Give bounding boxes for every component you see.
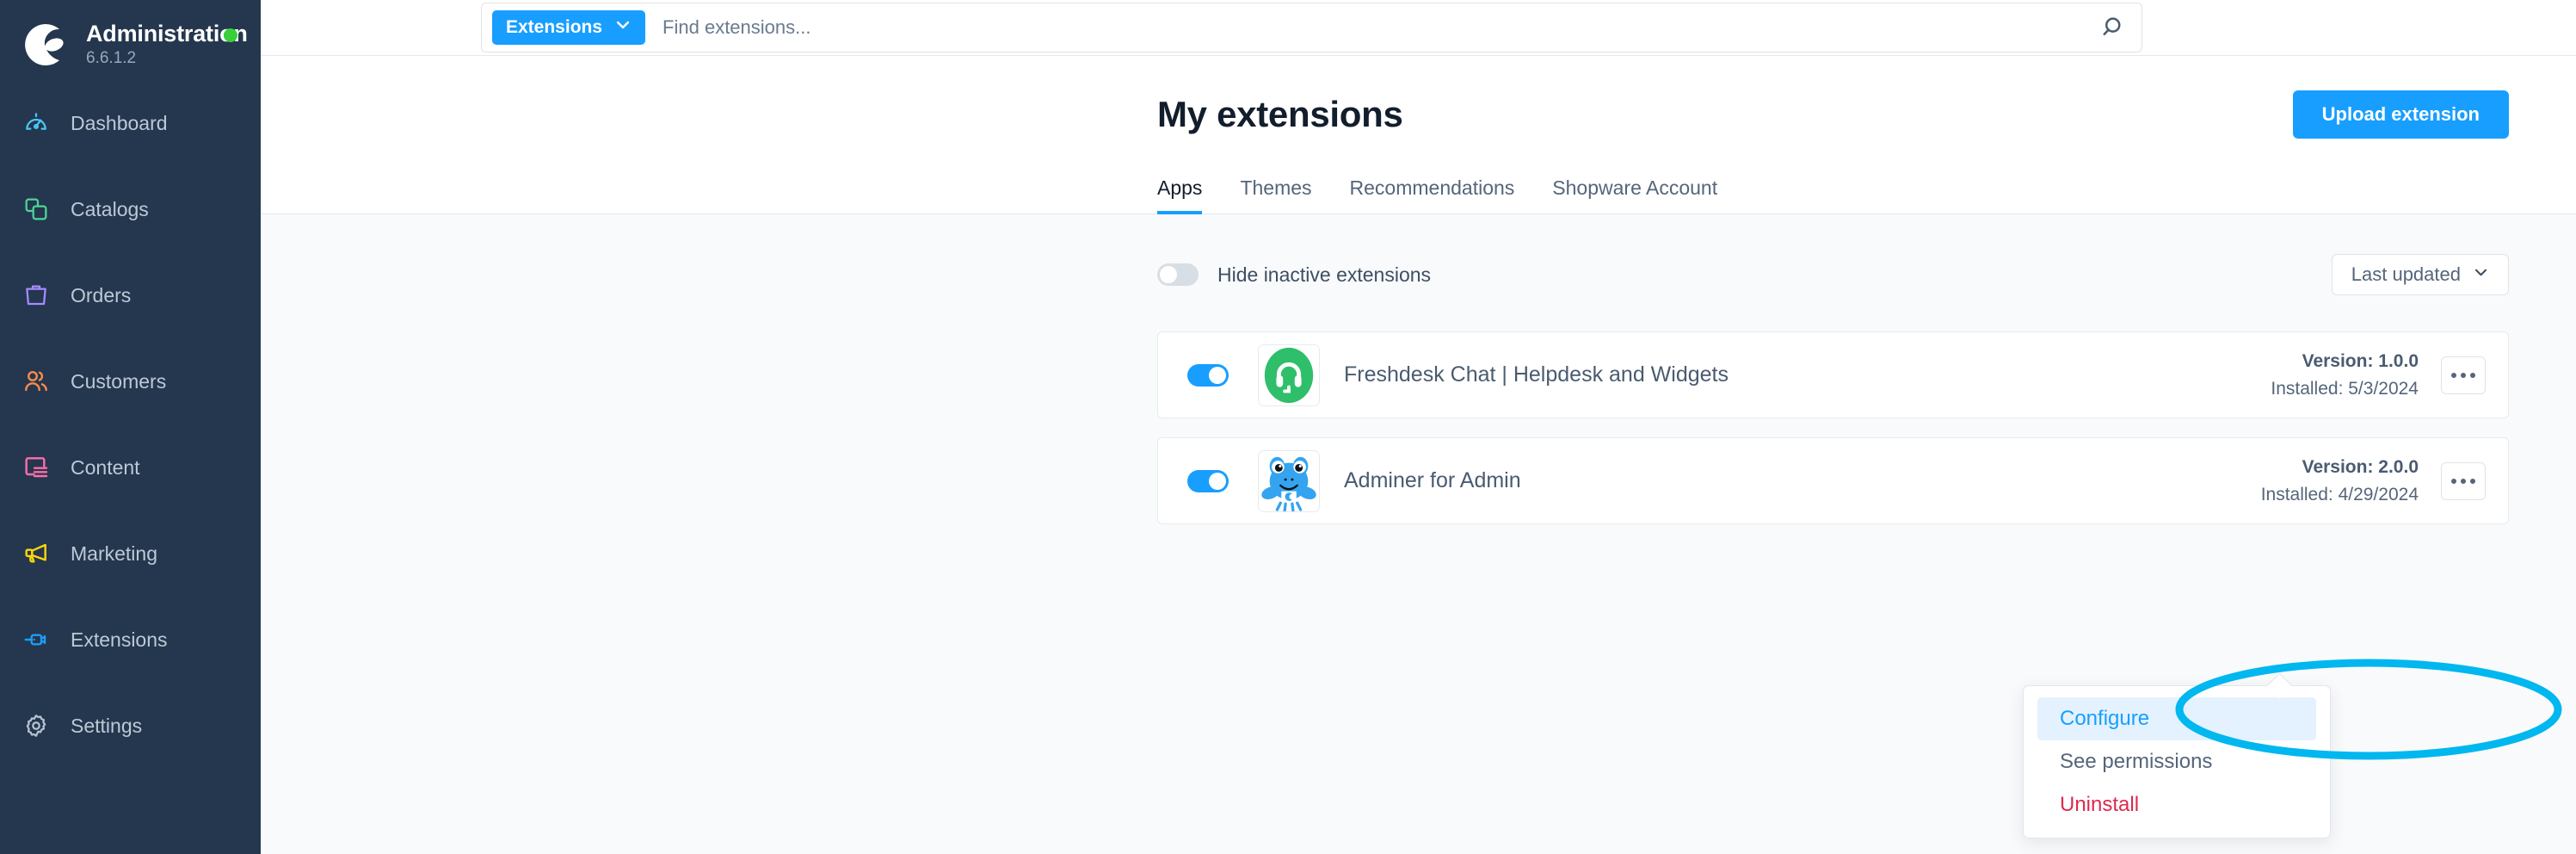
menu-item-see-permissions[interactable]: See permissions [2037, 740, 2316, 783]
brand[interactable]: Administration 6.6.1.2 [0, 0, 261, 71]
app-root: Administration 6.6.1.2 Dashboard Catalog… [0, 0, 2576, 854]
extension-installed-date: Installed: 5/3/2024 [2271, 378, 2419, 399]
chevron-down-icon [614, 16, 632, 39]
toggle-knob [1209, 472, 1226, 490]
status-indicator-dot [224, 28, 237, 42]
page-title: My extensions [1157, 94, 1403, 134]
plug-icon [19, 622, 53, 657]
sidebar-item-label: Customers [71, 369, 167, 393]
sidebar-item-dashboard[interactable]: Dashboard [0, 102, 261, 145]
sidebar-item-label: Marketing [71, 541, 157, 565]
toggle-knob [1160, 266, 1177, 283]
search-input[interactable] [662, 16, 2095, 39]
tab-apps[interactable]: Apps [1157, 176, 1203, 214]
sidebar-item-settings[interactable]: Settings [0, 704, 261, 747]
sort-dropdown-label: Last updated [2351, 263, 2461, 285]
extension-name: Freshdesk Chat | Helpdesk and Widgets [1344, 362, 1729, 387]
content-icon [19, 450, 53, 485]
extension-meta: Version: 1.0.0 Installed: 5/3/2024 [2271, 351, 2419, 399]
global-search-bar: Extensions [481, 3, 2142, 53]
hide-inactive-toggle[interactable] [1157, 263, 1199, 286]
tab-bar: Apps Themes Recommendations Shopware Acc… [261, 176, 2576, 214]
sidebar-item-catalogs[interactable]: Catalogs [0, 188, 261, 231]
extension-active-toggle[interactable] [1187, 469, 1229, 492]
extension-meta: Version: 2.0.0 Installed: 4/29/2024 [2261, 457, 2419, 505]
copy-icon [19, 192, 53, 226]
sidebar-item-label: Extensions [71, 628, 168, 651]
gauge-icon [19, 106, 53, 140]
sidebar-item-content[interactable]: Content [0, 446, 261, 489]
extension-name: Adminer for Admin [1344, 468, 1521, 492]
sidebar-item-customers[interactable]: Customers [0, 360, 261, 403]
search-scope-button[interactable]: Extensions [492, 10, 646, 45]
sidebar: Administration 6.6.1.2 Dashboard Catalog… [0, 0, 261, 854]
extension-row: Freshdesk Chat | Helpdesk and Widgets Ve… [1157, 331, 2509, 418]
tab-shopware-account[interactable]: Shopware Account [1552, 176, 1717, 214]
sidebar-nav: Dashboard Catalogs Orders Customers Cont… [0, 102, 261, 747]
menu-item-uninstall[interactable]: Uninstall [2037, 783, 2316, 826]
search-icon [2101, 14, 2127, 42]
brand-text: Administration 6.6.1.2 [86, 21, 248, 69]
gear-icon [19, 709, 53, 743]
extension-installed-date: Installed: 4/29/2024 [2260, 484, 2419, 504]
users-icon [19, 364, 53, 399]
extension-context-menu: Configure See permissions Uninstall [2023, 685, 2331, 839]
toggle-knob [1209, 366, 1226, 384]
topbar: Extensions [261, 0, 2576, 56]
search-scope-label: Extensions [506, 17, 603, 37]
brand-version: 6.6.1.2 [86, 49, 137, 68]
hide-inactive-label: Hide inactive extensions [1217, 263, 1432, 286]
menu-item-configure[interactable]: Configure [2037, 697, 2316, 740]
page-header: My extensions Upload extension Apps Them… [261, 56, 2576, 214]
bag-icon [19, 278, 53, 313]
sidebar-item-label: Orders [71, 283, 132, 306]
megaphone-icon [19, 536, 53, 571]
sort-dropdown[interactable]: Last updated [2331, 254, 2509, 295]
extension-active-toggle[interactable] [1187, 363, 1229, 387]
extension-list: Freshdesk Chat | Helpdesk and Widgets Ve… [1157, 331, 2509, 524]
extension-version: Version: 2.0.0 [2302, 456, 2419, 477]
chevron-down-icon [2473, 263, 2489, 286]
list-controls: Hide inactive extensions Last updated [1157, 214, 2509, 295]
sidebar-item-label: Dashboard [71, 111, 168, 134]
extension-context-menu-button[interactable] [2441, 461, 2486, 500]
extension-version: Version: 1.0.0 [2302, 350, 2419, 371]
hide-inactive-row: Hide inactive extensions [1157, 263, 1431, 287]
sidebar-item-label: Content [71, 455, 140, 479]
adminer-frog-logo [1258, 449, 1320, 512]
shopware-logo-icon [19, 19, 71, 71]
tab-themes[interactable]: Themes [1240, 176, 1311, 214]
extension-row: Adminer for Admin Version: 2.0.0 Install… [1157, 437, 2509, 524]
search-button[interactable] [2095, 9, 2133, 46]
freshdesk-headset-logo [1258, 343, 1320, 406]
sidebar-item-label: Settings [71, 714, 143, 737]
tab-recommendations[interactable]: Recommendations [1350, 176, 1515, 214]
sidebar-item-label: Catalogs [71, 197, 149, 220]
upload-extension-button[interactable]: Upload extension [2292, 90, 2509, 139]
extension-context-menu-button[interactable] [2441, 356, 2486, 394]
sidebar-item-orders[interactable]: Orders [0, 274, 261, 317]
sidebar-item-marketing[interactable]: Marketing [0, 532, 261, 575]
sidebar-item-extensions[interactable]: Extensions [0, 618, 261, 661]
